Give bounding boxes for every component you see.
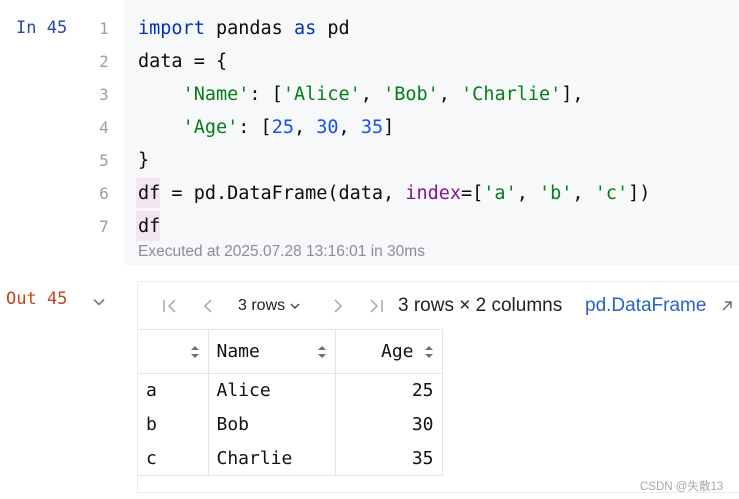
line-number: 7 <box>99 217 109 236</box>
dataframe-type-link[interactable]: pd.DataFrame <box>585 294 706 318</box>
sort-icon[interactable] <box>190 345 200 359</box>
table-summary: 3 rows × 2 columns <box>398 295 563 316</box>
code-line-7: df <box>136 210 650 243</box>
dataframe-table: Name Age a Alice 25 b Bob 30 c Charlie 3… <box>138 329 443 476</box>
line-number: 5 <box>99 151 109 170</box>
rows-per-page-select[interactable]: 3 rows <box>238 294 301 318</box>
table-row[interactable]: b Bob 30 <box>138 407 443 442</box>
line-number: 2 <box>99 52 109 71</box>
open-external-icon[interactable] <box>720 299 734 313</box>
column-header-age[interactable]: Age <box>335 329 443 374</box>
code-line-3: 'Name': ['Alice', 'Bob', 'Charlie'], <box>182 84 584 105</box>
first-page-icon[interactable] <box>160 294 180 318</box>
code-line-6: df = pd.DataFrame(data, index=['a', 'b',… <box>136 177 650 210</box>
line-number: 6 <box>99 184 109 203</box>
line-number: 4 <box>99 118 109 137</box>
column-header-label: Age <box>380 341 414 362</box>
chevron-down-icon[interactable] <box>92 295 106 309</box>
table-row[interactable]: c Charlie 35 <box>138 441 443 476</box>
next-page-icon[interactable] <box>328 294 348 318</box>
previous-page-icon[interactable] <box>198 294 218 318</box>
code-line-4: 'Age': [25, 30, 35] <box>182 117 395 138</box>
code-editor[interactable]: import pandas as pd data = { 'Name': ['A… <box>136 12 650 243</box>
last-page-icon[interactable] <box>366 294 386 318</box>
cell-name: Alice <box>208 373 336 408</box>
code-line-2: data = { <box>138 51 228 72</box>
chevron-down-icon <box>290 303 300 309</box>
code-line-1: import pandas as pd <box>138 18 350 39</box>
cell-name: Bob <box>208 407 336 442</box>
row-index: b <box>138 407 209 442</box>
sort-icon[interactable] <box>424 345 434 359</box>
cell-age: 25 <box>335 373 443 408</box>
index-column-header[interactable] <box>138 329 209 374</box>
table-row[interactable]: a Alice 25 <box>138 373 443 408</box>
code-cell[interactable]: import pandas as pd data = { 'Name': ['A… <box>124 0 739 265</box>
cell-name: Charlie <box>208 441 336 476</box>
line-number: 1 <box>99 19 109 38</box>
dataframe-toolbar: 3 rows 3 rows × 2 columns pd.DataFrame <box>138 281 739 329</box>
input-prompt: In 45 <box>16 18 68 38</box>
code-line-5: } <box>138 150 150 171</box>
watermark: CSDN @失散13 <box>640 481 724 493</box>
column-header-label: Name <box>216 341 260 362</box>
output-prompt: Out 45 <box>6 289 68 309</box>
sort-icon[interactable] <box>317 345 327 359</box>
execution-info: Executed at 2025.07.28 13:16:01 in 30ms <box>138 243 425 260</box>
row-index: c <box>138 441 209 476</box>
line-number: 3 <box>99 85 109 104</box>
column-header-name[interactable]: Name <box>208 329 336 374</box>
cell-age: 30 <box>335 407 443 442</box>
output-cell: 3 rows 3 rows × 2 columns pd.DataFrame N… <box>137 281 739 493</box>
line-number-gutter: 1 2 3 4 5 6 7 <box>86 12 122 243</box>
cell-age: 35 <box>335 441 443 476</box>
rows-per-page-label: 3 rows <box>238 297 286 314</box>
row-index: a <box>138 373 209 408</box>
